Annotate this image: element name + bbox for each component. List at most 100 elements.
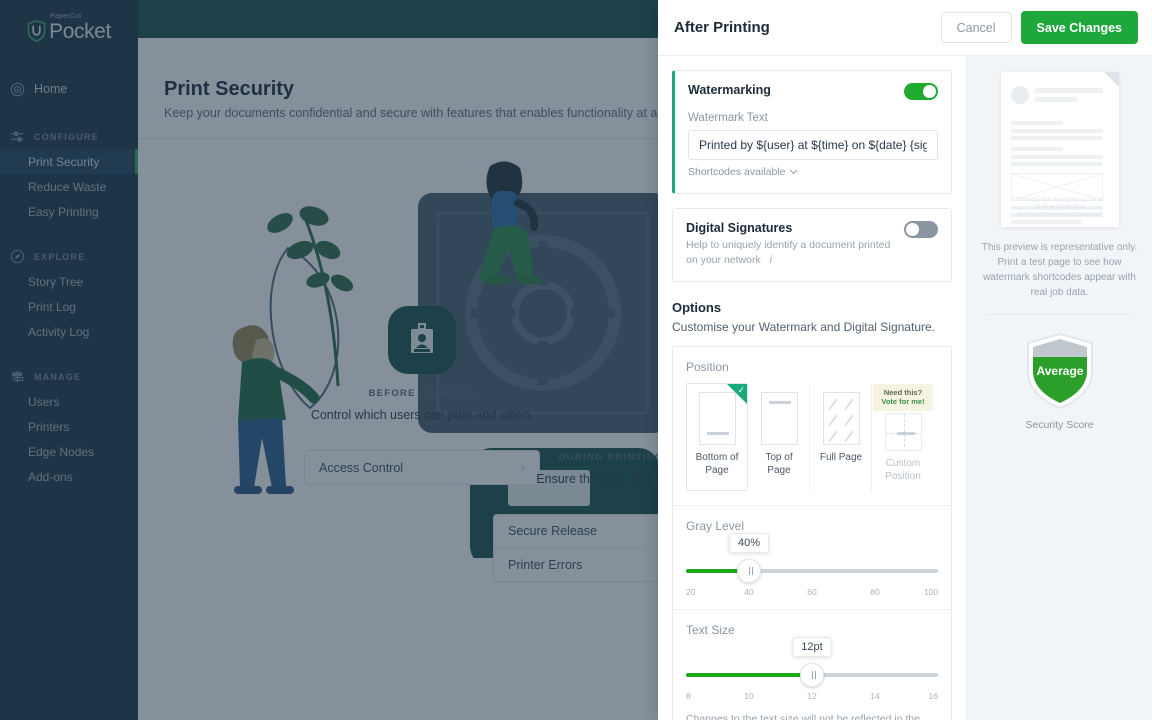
diagonal-art [844,431,853,443]
tick: 12 [807,691,816,701]
options-section-header: Options Customise your Watermark and Dig… [672,300,952,334]
shortcodes-available-toggle[interactable]: Shortcodes available [688,166,798,178]
gray-level-slider[interactable]: 40% 20 40 60 80 100 [686,559,938,595]
security-score-label: Security Score [1025,419,1093,431]
diagonal-art [828,431,837,443]
watermark-line-3: 09ef577a88f756e66e661f8265b34901 [1006,212,1114,220]
gray-level-value-bubble: 40% [729,533,769,553]
position-block: Position ✓ Bottom of Page [673,347,951,506]
options-subtitle: Customise your Watermark and Digital Sig… [672,320,952,334]
text-size-ticks: 8 10 12 14 16 [686,691,938,703]
text-size-label: Text Size [686,623,938,637]
watermark-text-input[interactable] [688,130,938,160]
chevron-down-icon [789,169,798,175]
crosshair-bar [897,432,915,435]
preview-page: Printed by chris.dance@myorg.com at 12:3… [1001,72,1119,227]
placeholder-line [1011,220,1081,224]
page-fold-corner [1104,72,1119,87]
vote-banner[interactable]: Need this? Vote for me! [873,384,933,411]
tick: 10 [744,691,753,701]
tick: 100 [924,587,938,597]
cancel-button[interactable]: Cancel [941,12,1012,43]
diagonal-art [844,399,853,411]
tick: 80 [870,587,879,597]
digital-signatures-note-text: Help to uniquely identify a document pri… [686,239,890,266]
tile-preview [885,413,922,451]
tile-label: Custom Position [877,458,929,483]
text-size-value-bubble: 12pt [792,637,831,657]
position-tiles: ✓ Bottom of Page Top of Page [686,383,938,491]
options-card: Position ✓ Bottom of Page [672,346,952,720]
document-preview: Printed by chris.dance@myorg.com at 12:3… [979,72,1140,227]
options-title: Options [672,300,952,315]
placeholder-line [1011,129,1103,133]
watermark-line-1: Printed by chris.dance@myorg.com at [1006,197,1114,205]
save-changes-button[interactable]: Save Changes [1021,11,1138,44]
position-tile-custom-position: Need this? Vote for me! Custom Position [872,383,934,491]
placeholder-avatar [1011,86,1029,104]
watermark-text-label: Watermark Text [688,112,938,124]
panel-body: Watermarking Watermark Text Shortcodes a… [658,56,1152,720]
tile-preview [823,392,860,445]
placeholder-line [1035,97,1077,102]
tick: 60 [807,587,816,597]
diagonal-art [828,399,837,411]
position-tile-full-page[interactable]: Full Page [810,383,872,491]
tick: 8 [686,691,691,701]
placeholder-line [1011,162,1103,166]
panel-header: After Printing Cancel Save Changes [658,0,1152,56]
diagonal-art [828,415,837,427]
diagonal-art [844,415,853,427]
tick: 20 [686,587,695,597]
toggle-knob [906,223,919,236]
gray-level-ticks: 20 40 60 80 100 [686,587,938,599]
position-label: Position [686,360,938,374]
gray-level-thumb[interactable] [737,559,761,583]
watermarking-card: Watermarking Watermark Text Shortcodes a… [672,70,952,194]
toggle-knob [923,85,936,98]
position-tile-bottom-of-page[interactable]: ✓ Bottom of Page [686,383,748,491]
app-root: PaperCut Pocket Home [0,0,1152,720]
watermark-line-2: 12:34 on 24 Mar 2018 [1006,204,1114,212]
check-icon: ✓ [737,386,745,395]
digital-signatures-note: Help to uniquely identify a document pri… [686,238,891,268]
tile-label: Full Page [820,452,862,465]
tile-label: Top of Page [753,452,805,477]
preview-column: Printed by chris.dance@myorg.com at 12:3… [966,56,1152,720]
digital-signatures-toggle[interactable] [904,221,938,238]
placeholder-line [1011,155,1103,159]
gray-level-label: Gray Level [686,519,938,533]
tick: 14 [870,691,879,701]
panel-header-actions: Cancel Save Changes [941,11,1138,44]
after-printing-panel: After Printing Cancel Save Changes Water… [658,0,1152,720]
bottom-bar-art [707,432,729,435]
digital-signatures-card: Digital Signatures Help to uniquely iden… [672,208,952,282]
gray-level-block: Gray Level 40% 20 40 60 80 100 [673,506,951,610]
tick: 40 [744,587,753,597]
preview-divider [987,314,1132,315]
placeholder-line [1011,147,1063,151]
tile-label: Bottom of Page [691,452,743,477]
preview-note: This preview is representative only. Pri… [979,240,1140,300]
vote-banner-line2: Vote for me! [881,398,924,407]
placeholder-line [1035,88,1103,93]
top-bar-art [769,401,791,404]
preview-watermark: Printed by chris.dance@myorg.com at 12:3… [1006,197,1114,220]
watermarking-toggle[interactable] [904,83,938,100]
tick: 16 [929,691,938,701]
text-size-block: Text Size 12pt 8 10 12 14 16 [673,610,951,720]
text-size-slider[interactable]: 12pt 8 10 12 14 16 [686,663,938,699]
security-score: Average Security Score [979,331,1140,431]
shortcodes-label: Shortcodes available [688,166,785,178]
text-size-footnote: Changes to the text size will not be ref… [686,713,938,720]
placeholder-line [1011,136,1103,140]
tile-preview [761,392,798,445]
position-tile-top-of-page[interactable]: Top of Page [748,383,810,491]
watermarking-title: Watermarking [688,83,771,97]
security-score-value: Average [1036,364,1083,378]
info-icon[interactable]: i [770,254,772,266]
slider-fill [686,673,812,677]
digital-signatures-title: Digital Signatures [686,221,891,235]
panel-settings-column: Watermarking Watermark Text Shortcodes a… [658,56,966,720]
text-size-thumb[interactable] [800,663,824,687]
